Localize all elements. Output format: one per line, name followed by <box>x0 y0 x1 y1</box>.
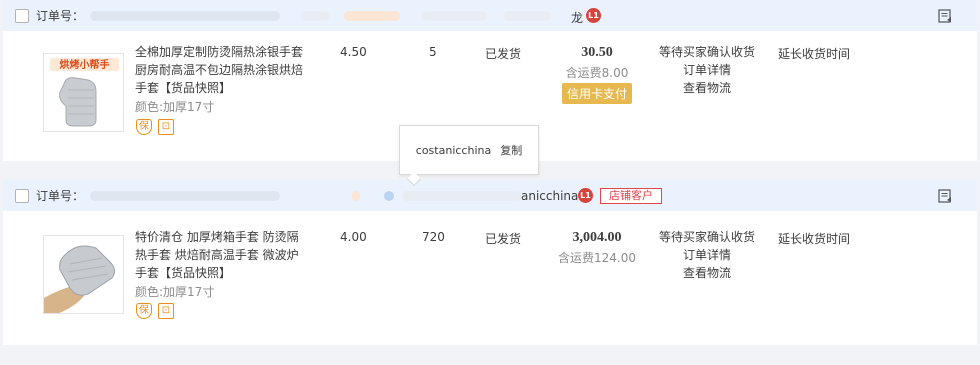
ship-status: 已发货 <box>485 232 522 246</box>
shield-badge-icon[interactable]: 保 <box>136 303 152 319</box>
order-detail-link[interactable]: 订单详情 <box>657 61 757 79</box>
order-select-checkbox[interactable] <box>15 188 29 203</box>
order-header: 订单号： 龙 L1 <box>3 0 977 31</box>
wangwang-redacted <box>422 10 487 21</box>
order-tag-redacted <box>344 10 401 21</box>
product-title[interactable]: 全棉加厚定制防烫隔热涂银手套厨房耐高温不包边隔热涂银烘焙手套【货品快照】 <box>135 43 307 97</box>
memo-flag-icon[interactable] <box>937 8 953 24</box>
extend-receipt-time-link[interactable]: 延长收货时间 <box>778 45 850 62</box>
buyer-name-tooltip: costanicchina 复制 <box>399 125 539 175</box>
buyer-level-badge: L1 <box>586 8 601 23</box>
service-icons: 保 ⊡ <box>136 119 174 135</box>
total-price-column: 30.50 含运费8.00 信用卡支付 <box>558 45 636 104</box>
tooltip-buyer-name: costanicchina <box>415 143 492 157</box>
store-customer-tag: 店铺客户 <box>600 188 662 204</box>
camera-badge-icon[interactable]: ⊡ <box>158 119 174 135</box>
copy-button[interactable]: 复制 <box>500 142 522 158</box>
order-number-label: 订单号： <box>36 189 85 203</box>
view-logistics-link[interactable]: 查看物流 <box>657 264 757 282</box>
total-price-column: 3,004.00 含运费124.00 <box>556 230 638 266</box>
order-select-checkbox[interactable] <box>15 8 29 23</box>
order-card-2: 订单号： anicchina L1 店铺客户 特价清仓 加厚烤箱手套 防烫隔热手… <box>3 180 977 345</box>
wangwang-redacted <box>384 190 395 201</box>
buyer-name[interactable]: anicchina <box>521 189 578 203</box>
order-status-column: 等待买家确认收货 订单详情 查看物流 <box>657 43 757 97</box>
unit-price: 4.00 <box>340 230 367 244</box>
order-number-value-redacted <box>90 10 281 21</box>
credit-card-payment-badge: 信用卡支付 <box>561 83 632 104</box>
order-detail-link[interactable]: 订单详情 <box>657 246 757 264</box>
quantity: 5 <box>429 45 437 59</box>
order-number-value-redacted <box>90 190 281 201</box>
buyer-redacted <box>504 10 551 21</box>
extend-receipt-time-link[interactable]: 延长收货时间 <box>778 230 850 247</box>
service-icons: 保 ⊡ <box>136 303 174 319</box>
view-logistics-link[interactable]: 查看物流 <box>657 79 757 97</box>
product-thumbnail[interactable] <box>43 235 124 314</box>
shipping-fee: 含运费8.00 <box>565 66 629 80</box>
order-status-column: 等待买家确认收货 订单详情 查看物流 <box>657 228 757 282</box>
shield-badge-icon[interactable]: 保 <box>136 119 152 135</box>
total-price: 30.50 <box>581 45 613 60</box>
buyer-level-badge: L1 <box>578 188 593 203</box>
camera-badge-icon[interactable]: ⊡ <box>158 303 174 319</box>
product-spec: 颜色:加厚17寸 <box>135 100 215 114</box>
product-thumbnail[interactable]: 烘烤小帮手 <box>43 53 124 132</box>
order-status-text: 等待买家确认收货 <box>658 230 755 244</box>
memo-flag-icon[interactable] <box>937 188 953 204</box>
thumb-banner-text: 烘烤小帮手 <box>60 58 110 71</box>
quantity: 720 <box>422 230 445 244</box>
snapshot-link[interactable]: 【货品快照】 <box>159 266 231 280</box>
product-spec: 颜色:加厚17寸 <box>135 285 215 299</box>
total-price: 3,004.00 <box>572 230 622 245</box>
order-tag-redacted <box>352 190 361 201</box>
order-time-redacted <box>300 10 331 21</box>
order-header: 订单号： anicchina L1 店铺客户 <box>3 180 977 211</box>
buyer-redacted <box>402 190 523 201</box>
order-status-text: 等待买家确认收货 <box>658 45 755 59</box>
shipping-fee: 含运费124.00 <box>558 251 636 265</box>
ship-status: 已发货 <box>485 47 522 61</box>
snapshot-link[interactable]: 【货品快照】 <box>159 81 231 95</box>
product-title[interactable]: 特价清仓 加厚烤箱手套 防烫隔热手套 烘焙耐高温手套 微波炉手套【货品快照】 <box>135 228 307 282</box>
buyer-name[interactable]: 龙 <box>571 9 583 26</box>
unit-price: 4.50 <box>340 45 367 59</box>
order-number-label: 订单号： <box>36 9 85 23</box>
